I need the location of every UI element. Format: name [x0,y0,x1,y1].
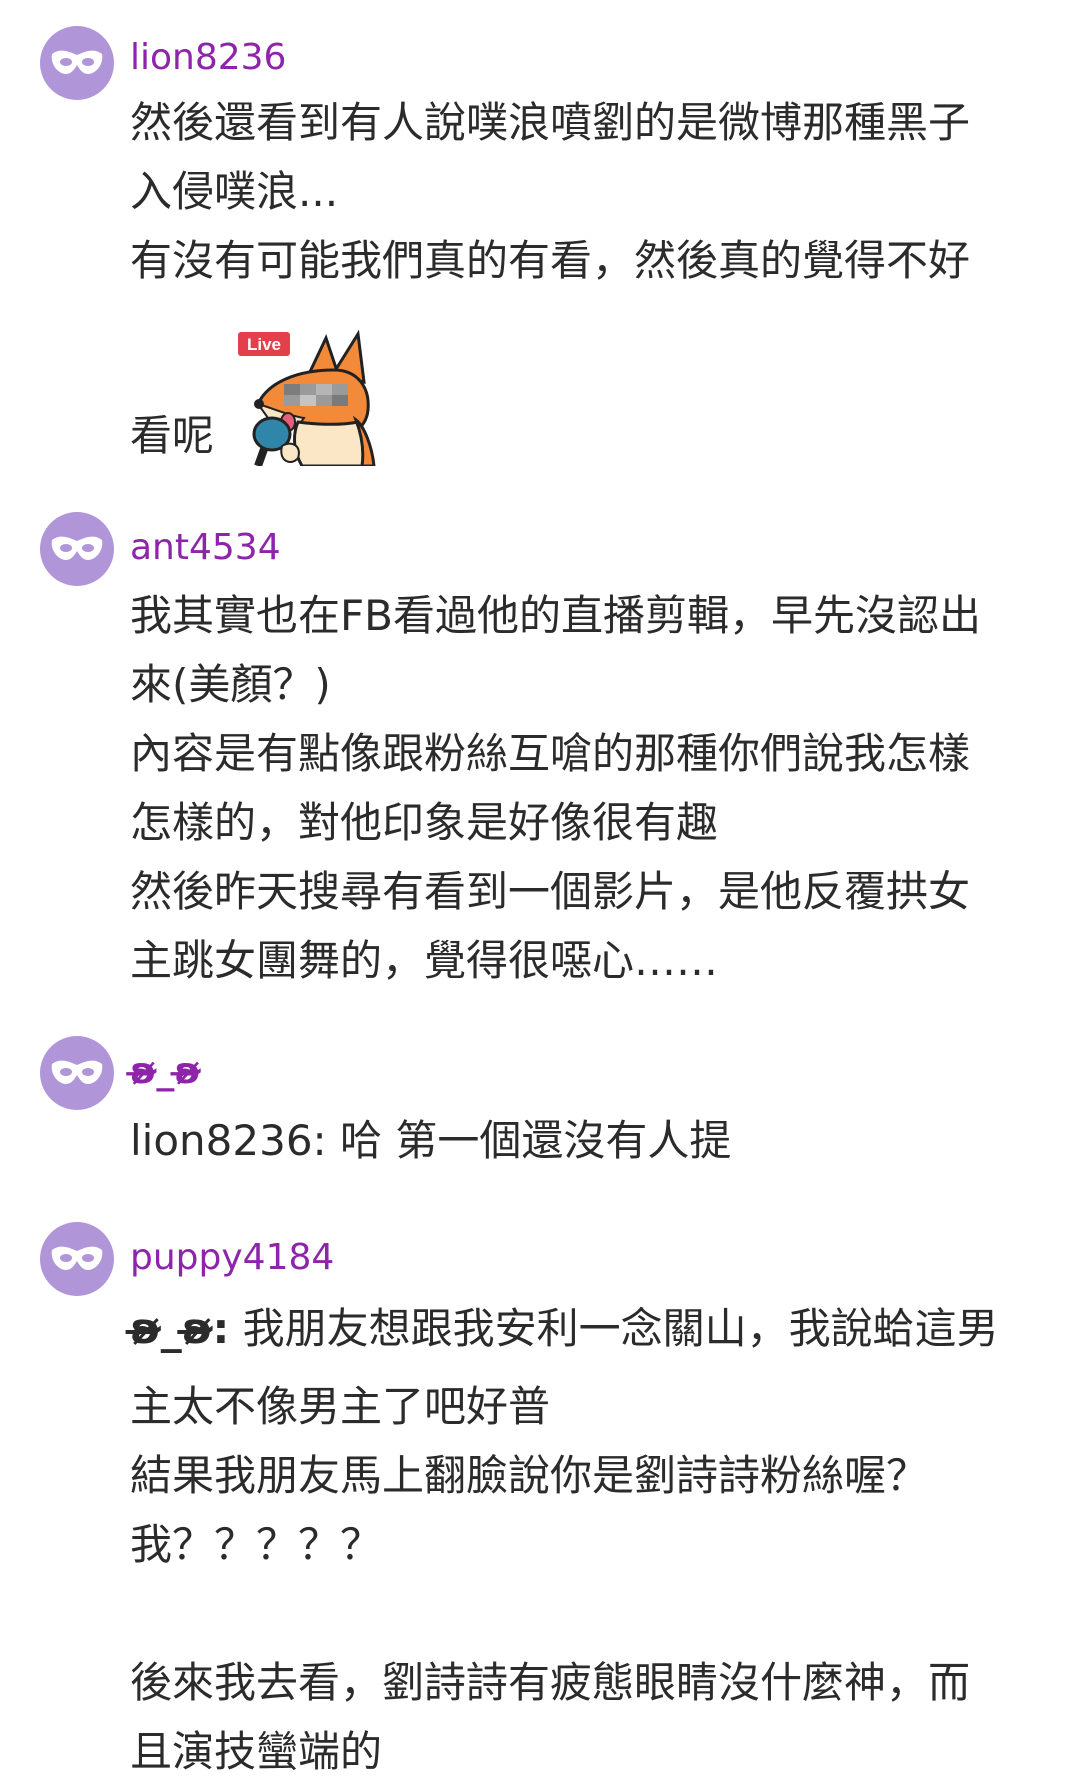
comment-line: 然後昨天搜尋有看到一個影片，是他反覆拱女 [130,867,971,916]
comment-line: 來(美顏？) [130,660,331,709]
fox-reporter-sticker[interactable]: Live [238,326,380,466]
comment-line: lion8236: 哈 第一個還沒有人提 [130,1106,1050,1175]
comment-line: 我？？？？？ [130,1520,383,1569]
comment-line: 後來我去看，劉詩詩有疲態眼睛沒什麼神，而 [130,1658,971,1707]
comment-line: 主太不像男主了吧好普 [130,1382,551,1431]
avatar[interactable] [40,512,114,586]
live-badge: Live [247,335,281,354]
username[interactable]: lion8236 [130,36,286,80]
comment-line: ʚ̴̶̷_ʚ̴̶̷: 我朋友想跟我安利一念關山，我說蛤這男 [130,1294,1050,1372]
username[interactable]: ant4534 [130,526,281,570]
avatar[interactable] [40,1222,114,1296]
comment-line [130,1579,1050,1648]
comment-line: 有沒有可能我們真的有看，然後真的覺得不好 [130,236,971,285]
mask-icon [51,1060,103,1084]
mask-icon [51,50,103,74]
comment-text: 我其實也在FB看過他的直播剪輯，早先沒認出 來(美顏？) 內容是有點像跟粉絲互嗆… [130,581,1050,995]
username[interactable]: puppy4184 [130,1236,334,1280]
comment-line: 且演技蠻端的 [130,1727,383,1776]
mask-icon [51,536,103,560]
comment-text: 然後還看到有人說噗浪噴劉的是微博那種黑子 入侵噗浪... 有沒有可能我們真的有看… [130,88,1050,295]
comment-line: 內容是有點像跟粉絲互嗆的那種你們說我怎樣 [130,729,971,778]
comment-line: 結果我朋友馬上翻臉說你是劉詩詩粉絲喔？ [130,1451,929,1500]
comment-text: lion8236: 哈 第一個還沒有人提 [130,1106,1050,1175]
mention[interactable]: ʚ̴̶̷_ʚ̴̶̷: [130,1304,229,1353]
comment-body: 哈 第一個還沒有人提 [326,1116,732,1165]
comment-line: 怎樣的，對他印象是好像很有趣 [130,798,719,847]
comment-line: 然後還看到有人說噗浪噴劉的是微博那種黑子 [130,98,971,147]
comment-line: 我其實也在FB看過他的直播剪輯，早先沒認出 [130,591,981,640]
comment-line: 看呢 [130,411,215,460]
mention[interactable]: lion8236: [130,1116,327,1165]
mask-icon [51,1246,103,1270]
avatar[interactable] [40,26,114,100]
avatar[interactable] [40,1036,114,1110]
username[interactable]: ʚ̴̶̷_ʚ̴̶̷ [130,1050,201,1094]
comment-line: 主跳女團舞的，覺得很噁心…… [130,936,719,985]
comment-body: 我朋友想跟我安利一念關山，我說蛤這男 [229,1304,999,1353]
comment-line: 入侵噗浪... [130,167,339,216]
comment-text: ʚ̴̶̷_ʚ̴̶̷: 我朋友想跟我安利一念關山，我說蛤這男 主太不像男主了吧好普… [130,1294,1050,1786]
